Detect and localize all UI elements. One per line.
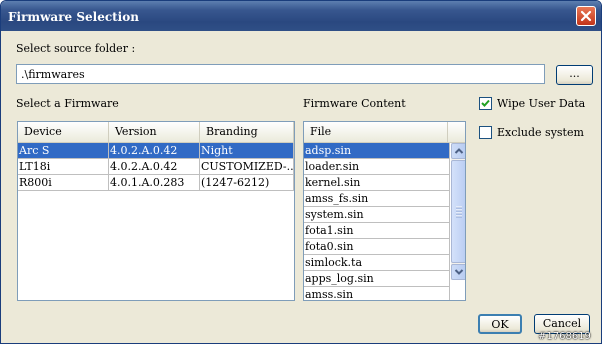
content-scrollbar[interactable] xyxy=(451,143,465,280)
close-icon xyxy=(580,10,592,22)
file-item[interactable]: apps_log.sin xyxy=(304,271,450,287)
branding-cell: CUSTOMIZED-... xyxy=(200,159,294,175)
scroll-up-button[interactable] xyxy=(451,143,465,159)
firmware-content-label: Firmware Content xyxy=(303,97,406,110)
file-item[interactable]: amss.sin xyxy=(304,287,450,300)
firmware-table-header: Device Version Branding xyxy=(18,122,294,143)
column-header-file[interactable]: File xyxy=(304,122,448,142)
exclude-system-checkbox[interactable] xyxy=(479,126,492,139)
window-title: Firmware Selection xyxy=(8,10,139,24)
source-folder-label: Select source folder : xyxy=(16,42,136,55)
column-header-branding[interactable]: Branding xyxy=(200,122,294,142)
file-item[interactable]: loader.sin xyxy=(304,159,450,175)
firmware-selection-window: Firmware Selection Select source folder … xyxy=(0,0,602,344)
ok-button[interactable]: OK xyxy=(478,314,522,334)
version-cell: 4.0.1.A.0.283 xyxy=(109,175,200,191)
file-item[interactable]: simlock.ta xyxy=(304,255,450,271)
file-item[interactable]: fota1.sin xyxy=(304,223,450,239)
browse-button[interactable]: ... xyxy=(556,65,593,85)
checkmark-icon xyxy=(481,99,490,107)
file-item[interactable]: adsp.sin xyxy=(304,143,450,159)
file-item[interactable]: amss_fs.sin xyxy=(304,191,450,207)
version-cell: 4.0.2.A.0.42 xyxy=(109,143,200,159)
version-cell: 4.0.2.A.0.42 xyxy=(109,159,200,175)
scroll-down-button[interactable] xyxy=(451,264,465,280)
firmware-table[interactable]: Device Version Branding Arc S 4.0.2.A.0.… xyxy=(17,121,295,301)
column-header-device[interactable]: Device xyxy=(18,122,109,142)
wipe-user-data-checkbox[interactable] xyxy=(479,97,492,110)
title-bar[interactable]: Firmware Selection xyxy=(1,1,601,31)
file-item[interactable]: system.sin xyxy=(304,207,450,223)
firmware-content-list[interactable]: File adsp.sin loader.sin kernel.sin amss… xyxy=(303,121,466,301)
firmware-list-label: Select a Firmware xyxy=(16,97,119,110)
branding-cell: (1247-6212) xyxy=(200,175,294,191)
exclude-system-label: Exclude system xyxy=(497,126,584,139)
content-list-header: File xyxy=(304,122,465,143)
device-cell: LT18i xyxy=(18,159,109,175)
chevron-up-icon xyxy=(454,148,464,154)
device-cell: R800i xyxy=(18,175,109,191)
wipe-user-data-label: Wipe User Data xyxy=(497,97,586,110)
chevron-down-icon xyxy=(454,269,464,275)
branding-cell: Night xyxy=(200,143,294,159)
watermark: #1768619 xyxy=(538,331,591,342)
close-button[interactable] xyxy=(576,6,596,26)
column-header-version[interactable]: Version xyxy=(109,122,200,142)
file-item[interactable]: fota0.sin xyxy=(304,239,450,255)
scroll-thumb[interactable] xyxy=(451,160,465,263)
source-folder-input[interactable]: .\firmwares xyxy=(16,64,545,84)
grip-icon xyxy=(456,206,462,218)
file-item[interactable]: kernel.sin xyxy=(304,175,450,191)
device-cell: Arc S xyxy=(18,143,109,159)
